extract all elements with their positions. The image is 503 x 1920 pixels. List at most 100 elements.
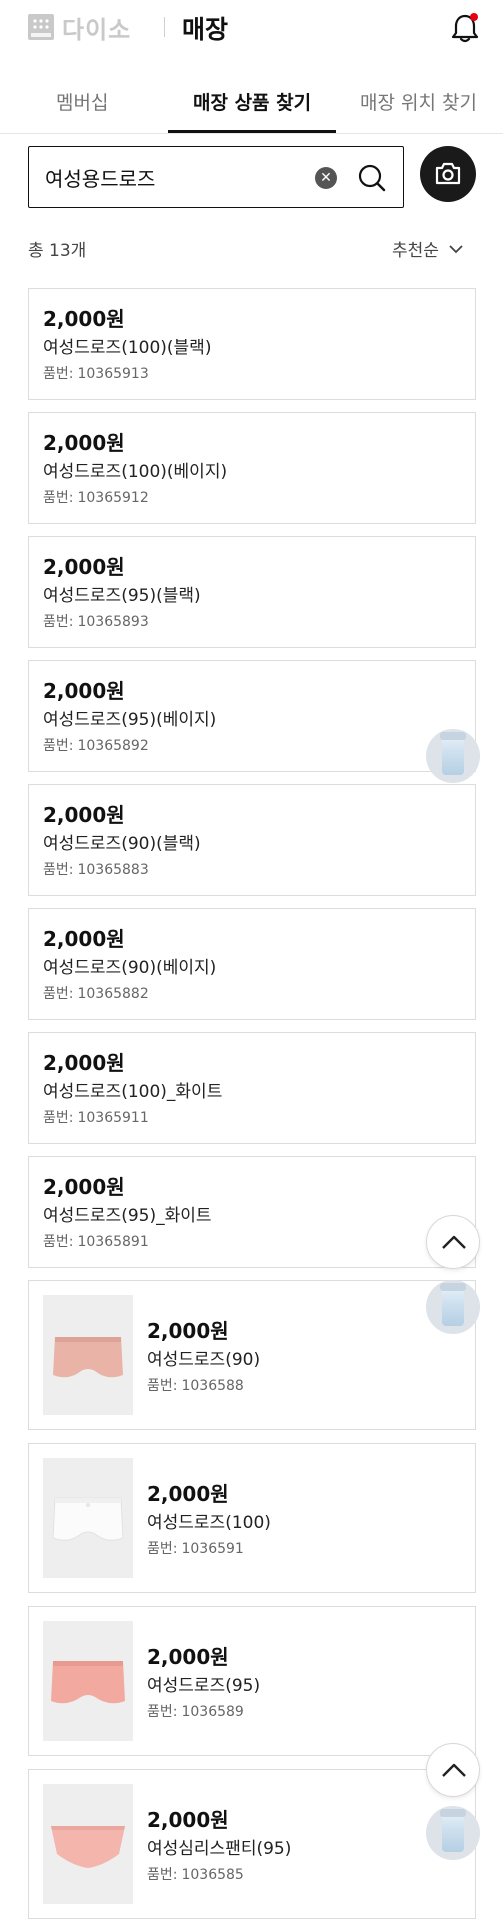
product-price: 2,000원 <box>43 555 125 579</box>
product-code: 품번: 1036591 <box>147 1538 244 1558</box>
header-divider <box>164 17 165 37</box>
product-card[interactable]: 2,000원 여성드로즈(100) 품번: 1036591 <box>28 1443 476 1593</box>
product-price: 2,000원 <box>147 1482 229 1506</box>
product-code-value: 1036588 <box>181 1378 244 1394</box>
tab-store-product-search[interactable]: 매장 상품 찾기 <box>193 88 311 115</box>
product-code: 품번: 1036589 <box>147 1701 244 1721</box>
product-code: 품번: 10365911 <box>43 1107 149 1127</box>
chevron-up-icon <box>442 1763 466 1777</box>
product-name: 여성심리스팬티(95) <box>147 1839 292 1859</box>
product-price: 2,000원 <box>147 1808 229 1832</box>
product-code-value: 1036589 <box>181 1704 244 1720</box>
product-code-label: 품번: <box>43 862 74 878</box>
product-card[interactable]: 2,000원 여성드로즈(100)(베이지) 품번: 10365912 <box>28 412 476 524</box>
product-code-value: 10365882 <box>77 986 149 1002</box>
product-code: 품번: 1036585 <box>147 1864 244 1884</box>
product-name: 여성드로즈(95)(베이지) <box>43 710 217 730</box>
product-card[interactable]: 2,000원 여성드로즈(95)(블랙) 품번: 10365893 <box>28 536 476 648</box>
product-name: 여성드로즈(95)_화이트 <box>43 1206 212 1226</box>
product-name: 여성드로즈(90) <box>147 1350 261 1370</box>
tumbler-icon <box>440 1283 466 1326</box>
search-button[interactable] <box>357 163 387 193</box>
active-tab-indicator <box>168 130 336 133</box>
product-price: 2,000원 <box>43 927 125 951</box>
product-code-value: 10365911 <box>77 1110 149 1126</box>
tab-bar: 멤버십 매장 상품 찾기 매장 위치 찾기 <box>0 72 503 134</box>
floating-product-thumbnail[interactable] <box>426 729 480 783</box>
product-code-label: 품번: <box>43 1234 74 1250</box>
product-card[interactable]: 2,000원 여성드로즈(90)(베이지) 품번: 10365882 <box>28 908 476 1020</box>
product-code: 품번: 10365893 <box>43 611 149 631</box>
result-count: 총 13개 <box>28 241 87 261</box>
product-name: 여성드로즈(90)(블랙) <box>43 834 201 854</box>
clear-icon: ✕ <box>320 170 332 186</box>
scroll-to-top-button[interactable] <box>426 1743 480 1797</box>
app-header: 다이소 매장 <box>0 0 503 56</box>
product-code-value: 1036585 <box>181 1867 244 1883</box>
product-price: 2,000원 <box>43 1051 125 1075</box>
product-code: 품번: 1036588 <box>147 1375 244 1395</box>
tumbler-icon <box>440 1809 466 1852</box>
product-code-label: 품번: <box>43 986 74 1002</box>
camera-icon <box>435 162 461 185</box>
product-code: 품번: 10365891 <box>43 1231 149 1251</box>
sort-dropdown[interactable]: 추천순 <box>392 236 463 261</box>
product-code-label: 품번: <box>43 490 74 506</box>
tab-store-location-search[interactable]: 매장 위치 찾기 <box>360 88 477 115</box>
product-price: 2,000원 <box>43 1175 125 1199</box>
product-code-value: 1036591 <box>181 1541 244 1557</box>
scroll-to-top-button[interactable] <box>426 1215 480 1269</box>
sort-label: 추천순 <box>392 241 439 261</box>
product-price: 2,000원 <box>43 431 125 455</box>
product-code-label: 품번: <box>147 1378 178 1394</box>
daiso-logo-icon <box>28 14 54 40</box>
product-code: 품번: 10365882 <box>43 983 149 1003</box>
floating-product-thumbnail[interactable] <box>426 1280 480 1334</box>
product-name: 여성드로즈(100)(블랙) <box>43 338 212 358</box>
search-input[interactable] <box>45 161 305 193</box>
product-name: 여성드로즈(90)(베이지) <box>43 958 217 978</box>
product-code-label: 품번: <box>43 1110 74 1126</box>
chevron-up-icon <box>442 1235 466 1249</box>
product-code: 품번: 10365883 <box>43 859 149 879</box>
product-name: 여성드로즈(100)_화이트 <box>43 1082 223 1102</box>
product-code: 품번: 10365912 <box>43 487 149 507</box>
floating-product-thumbnail[interactable] <box>426 1806 480 1860</box>
product-code-value: 10365913 <box>77 366 149 382</box>
product-code-value: 10365891 <box>77 1234 149 1250</box>
product-card[interactable]: 2,000원 여성드로즈(90) 품번: 1036588 <box>28 1280 476 1430</box>
product-code-label: 품번: <box>147 1541 178 1557</box>
product-name: 여성드로즈(100) <box>147 1513 271 1533</box>
notification-button[interactable] <box>450 12 480 44</box>
product-price: 2,000원 <box>43 307 125 331</box>
camera-search-button[interactable] <box>420 146 476 202</box>
tumbler-icon <box>440 732 466 775</box>
product-code-value: 10365892 <box>77 738 149 754</box>
product-card[interactable]: 2,000원 여성심리스팬티(95) 품번: 1036585 <box>28 1769 476 1919</box>
logo-text: 다이소 <box>62 15 132 44</box>
product-card[interactable]: 2,000원 여성드로즈(100)(블랙) 품번: 10365913 <box>28 288 476 400</box>
product-code-label: 품번: <box>147 1867 178 1883</box>
daiso-logo[interactable]: 다이소 <box>28 13 131 44</box>
product-name: 여성드로즈(100)(베이지) <box>43 462 228 482</box>
chevron-down-icon <box>449 244 463 253</box>
product-code: 품번: 10365892 <box>43 735 149 755</box>
product-card[interactable]: 2,000원 여성드로즈(90)(블랙) 품번: 10365883 <box>28 784 476 896</box>
product-price: 2,000원 <box>43 679 125 703</box>
product-code-value: 10365883 <box>77 862 149 878</box>
product-code-value: 10365912 <box>77 490 149 506</box>
page-title: 매장 <box>182 15 229 44</box>
tab-membership[interactable]: 멤버십 <box>56 88 108 115</box>
product-card[interactable]: 2,000원 여성드로즈(95)(베이지) 품번: 10365892 <box>28 660 476 772</box>
product-image <box>43 1295 133 1415</box>
clear-search-button[interactable]: ✕ <box>315 167 337 189</box>
product-code-label: 품번: <box>43 738 74 754</box>
product-code: 품번: 10365913 <box>43 363 149 383</box>
product-card[interactable]: 2,000원 여성드로즈(95) 품번: 1036589 <box>28 1606 476 1756</box>
product-image <box>43 1621 133 1741</box>
product-code-value: 10365893 <box>77 614 149 630</box>
product-code-label: 품번: <box>43 366 74 382</box>
product-card[interactable]: 2,000원 여성드로즈(95)_화이트 품번: 10365891 <box>28 1156 476 1268</box>
product-price: 2,000원 <box>147 1319 229 1343</box>
product-card[interactable]: 2,000원 여성드로즈(100)_화이트 품번: 10365911 <box>28 1032 476 1144</box>
